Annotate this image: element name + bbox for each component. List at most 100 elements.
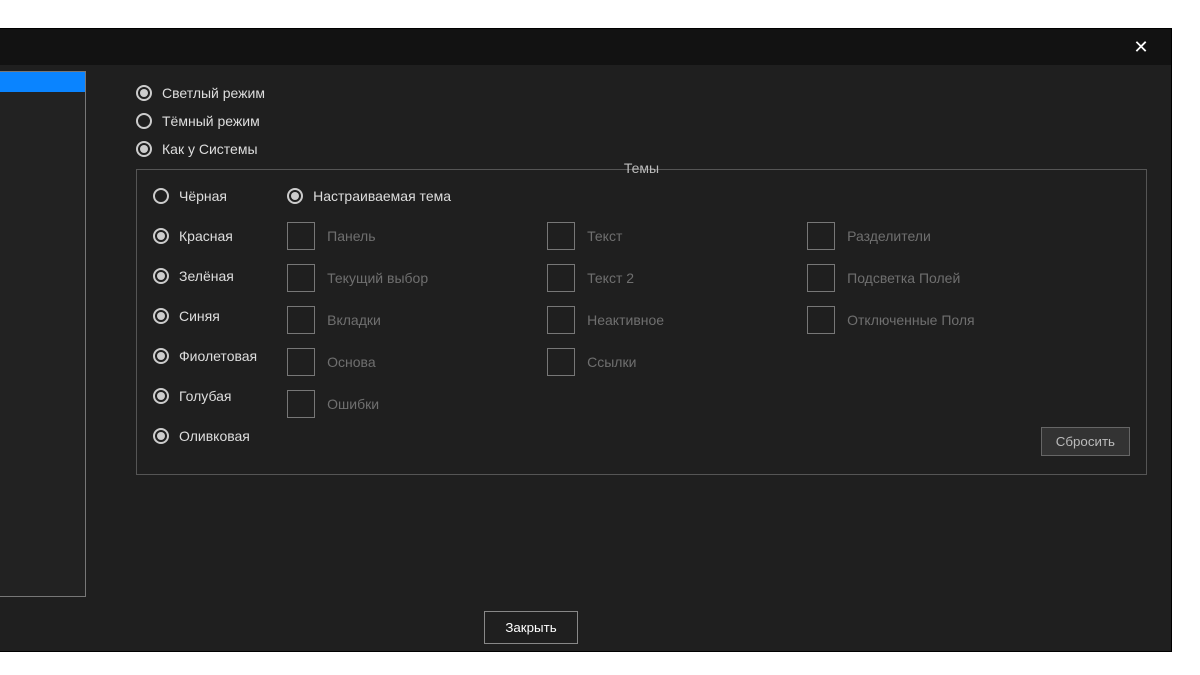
color-swatch[interactable]	[287, 264, 315, 292]
swatch-item: Ошибки	[287, 390, 487, 418]
color-swatch[interactable]	[287, 348, 315, 376]
sidebar-item[interactable]: ельность	[0, 316, 85, 336]
radio-theme-color[interactable]: Красная	[153, 228, 257, 244]
sidebar-item[interactable]: Копировани	[0, 236, 85, 256]
radio-theme-color[interactable]: Зелёная	[153, 268, 257, 284]
sidebar-item[interactable]: р. и Дата	[0, 276, 85, 296]
radio-theme-color[interactable]: Синяя	[153, 308, 257, 324]
color-swatch[interactable]	[547, 348, 575, 376]
swatch-label: Неактивное	[587, 312, 664, 328]
sidebar-item[interactable]: Файлов	[0, 172, 85, 192]
settings-window: ✕ жимицы/ Рамкиументолчаниюкрытия Файлов…	[0, 28, 1172, 652]
swatch-item: Разделители	[807, 222, 1007, 250]
radio-mode[interactable]: Как у Системы	[136, 141, 1147, 157]
radio-label: Фиолетовая	[179, 348, 257, 364]
radio-icon	[153, 428, 169, 444]
swatch-label: Вкладки	[327, 312, 381, 328]
radio-icon	[153, 228, 169, 244]
sidebar-item[interactable]: крытия	[0, 152, 85, 172]
radio-icon	[153, 188, 169, 204]
radio-theme-color[interactable]: Голубая	[153, 388, 257, 404]
swatch-label: Ссылки	[587, 354, 636, 370]
radio-label: Зелёная	[179, 268, 234, 284]
footer: Закрыть	[0, 603, 1171, 651]
mode-radio-group: Светлый режим Тёмный режим Как у Системы	[136, 85, 1147, 157]
color-swatch[interactable]	[807, 306, 835, 334]
radio-theme-color[interactable]: Фиолетовая	[153, 348, 257, 364]
color-swatch[interactable]	[547, 222, 575, 250]
close-icon[interactable]: ✕	[1123, 29, 1159, 65]
color-swatch[interactable]	[807, 264, 835, 292]
sidebar-item[interactable]: сылки	[0, 336, 85, 356]
radio-icon	[153, 388, 169, 404]
sidebar-item[interactable]: ицы/ Рамки	[0, 92, 85, 112]
content-pane: Светлый режим Тёмный режим Как у Системы Т…	[86, 65, 1171, 603]
swatch-columns: Панель Текущий выбор Вкладки Основа Ошибки Т…	[287, 222, 1130, 418]
themes-fieldset: Темы ЧёрнаяКраснаяЗелёнаяСиняяФиолетовая…	[136, 169, 1147, 475]
sidebar-item[interactable]: Система	[0, 356, 85, 376]
color-swatch[interactable]	[287, 306, 315, 334]
reset-button[interactable]: Сбросить	[1041, 427, 1130, 456]
swatch-label: Ошибки	[327, 396, 379, 412]
color-swatch[interactable]	[547, 306, 575, 334]
sidebar-item[interactable]: жим	[0, 72, 85, 92]
sidebar: жимицы/ Рамкиументолчаниюкрытия Файлови …	[0, 71, 86, 597]
swatch-item: Подсветка Полей	[807, 264, 1007, 292]
radio-theme-color[interactable]: Оливковая	[153, 428, 257, 444]
swatch-item: Вкладки	[287, 306, 487, 334]
radio-icon	[287, 188, 303, 204]
swatch-col-1: Панель Текущий выбор Вкладки Основа Ошибки	[287, 222, 487, 418]
titlebar: ✕	[0, 29, 1171, 65]
color-swatch[interactable]	[287, 390, 315, 418]
swatch-label: Подсветка Полей	[847, 270, 960, 286]
close-button[interactable]: Закрыть	[484, 611, 577, 644]
swatch-item: Неактивное	[547, 306, 747, 334]
swatch-item: Текст 2	[547, 264, 747, 292]
radio-icon	[136, 141, 152, 157]
radio-label: Настраиваемая тема	[313, 188, 451, 204]
swatch-label: Отключенные Поля	[847, 312, 975, 328]
swatch-label: Разделители	[847, 228, 931, 244]
swatch-label: Текст 2	[587, 270, 634, 286]
radio-custom-theme[interactable]: Настраиваемая тема	[287, 188, 1130, 204]
color-swatch[interactable]	[287, 222, 315, 250]
radio-label: Голубая	[179, 388, 232, 404]
radio-label: Оливковая	[179, 428, 250, 444]
sidebar-gap	[0, 212, 85, 236]
radio-icon	[153, 348, 169, 364]
sidebar-item[interactable]: умент	[0, 112, 85, 132]
radio-mode[interactable]: Тёмный режим	[136, 113, 1147, 129]
radio-icon	[153, 268, 169, 284]
swatch-item: Текущий выбор	[287, 264, 487, 292]
window-body: жимицы/ Рамкиументолчаниюкрытия Файлови …	[0, 65, 1171, 603]
theme-custom-grid: Настраиваемая тема Панель Текущий выбор Вк…	[287, 188, 1130, 456]
swatch-item: Ссылки	[547, 348, 747, 376]
sidebar-item[interactable]: и	[0, 192, 85, 212]
radio-label: Как у Системы	[162, 141, 258, 157]
radio-label: Светлый режим	[162, 85, 265, 101]
color-swatch[interactable]	[547, 264, 575, 292]
swatch-item: Панель	[287, 222, 487, 250]
radio-theme-color[interactable]: Чёрная	[153, 188, 257, 204]
color-swatch[interactable]	[807, 222, 835, 250]
swatch-col-3: Разделители Подсветка Полей Отключенные По…	[807, 222, 1007, 418]
swatch-item: Текст	[547, 222, 747, 250]
swatch-col-2: Текст Текст 2 Неактивное Ссылки	[547, 222, 747, 418]
sidebar-item[interactable]: олчанию	[0, 132, 85, 152]
swatch-item: Основа	[287, 348, 487, 376]
swatch-label: Текст	[587, 228, 622, 244]
swatch-label: Панель	[327, 228, 375, 244]
sidebar-item[interactable]: шение	[0, 256, 85, 276]
radio-mode[interactable]: Светлый режим	[136, 85, 1147, 101]
radio-label: Чёрная	[179, 188, 227, 204]
radio-label: Синяя	[179, 308, 220, 324]
radio-label: Тёмный режим	[162, 113, 260, 129]
swatch-label: Текущий выбор	[327, 270, 428, 286]
themes-body: Чёрная Красная Зелёная Синяя Фиолетовая Голуб…	[153, 188, 1130, 456]
radio-label: Красная	[179, 228, 233, 244]
radio-icon	[136, 85, 152, 101]
radio-icon	[153, 308, 169, 324]
sidebar-item[interactable]: ь	[0, 296, 85, 316]
swatch-item: Отключенные Поля	[807, 306, 1007, 334]
radio-icon	[136, 113, 152, 129]
